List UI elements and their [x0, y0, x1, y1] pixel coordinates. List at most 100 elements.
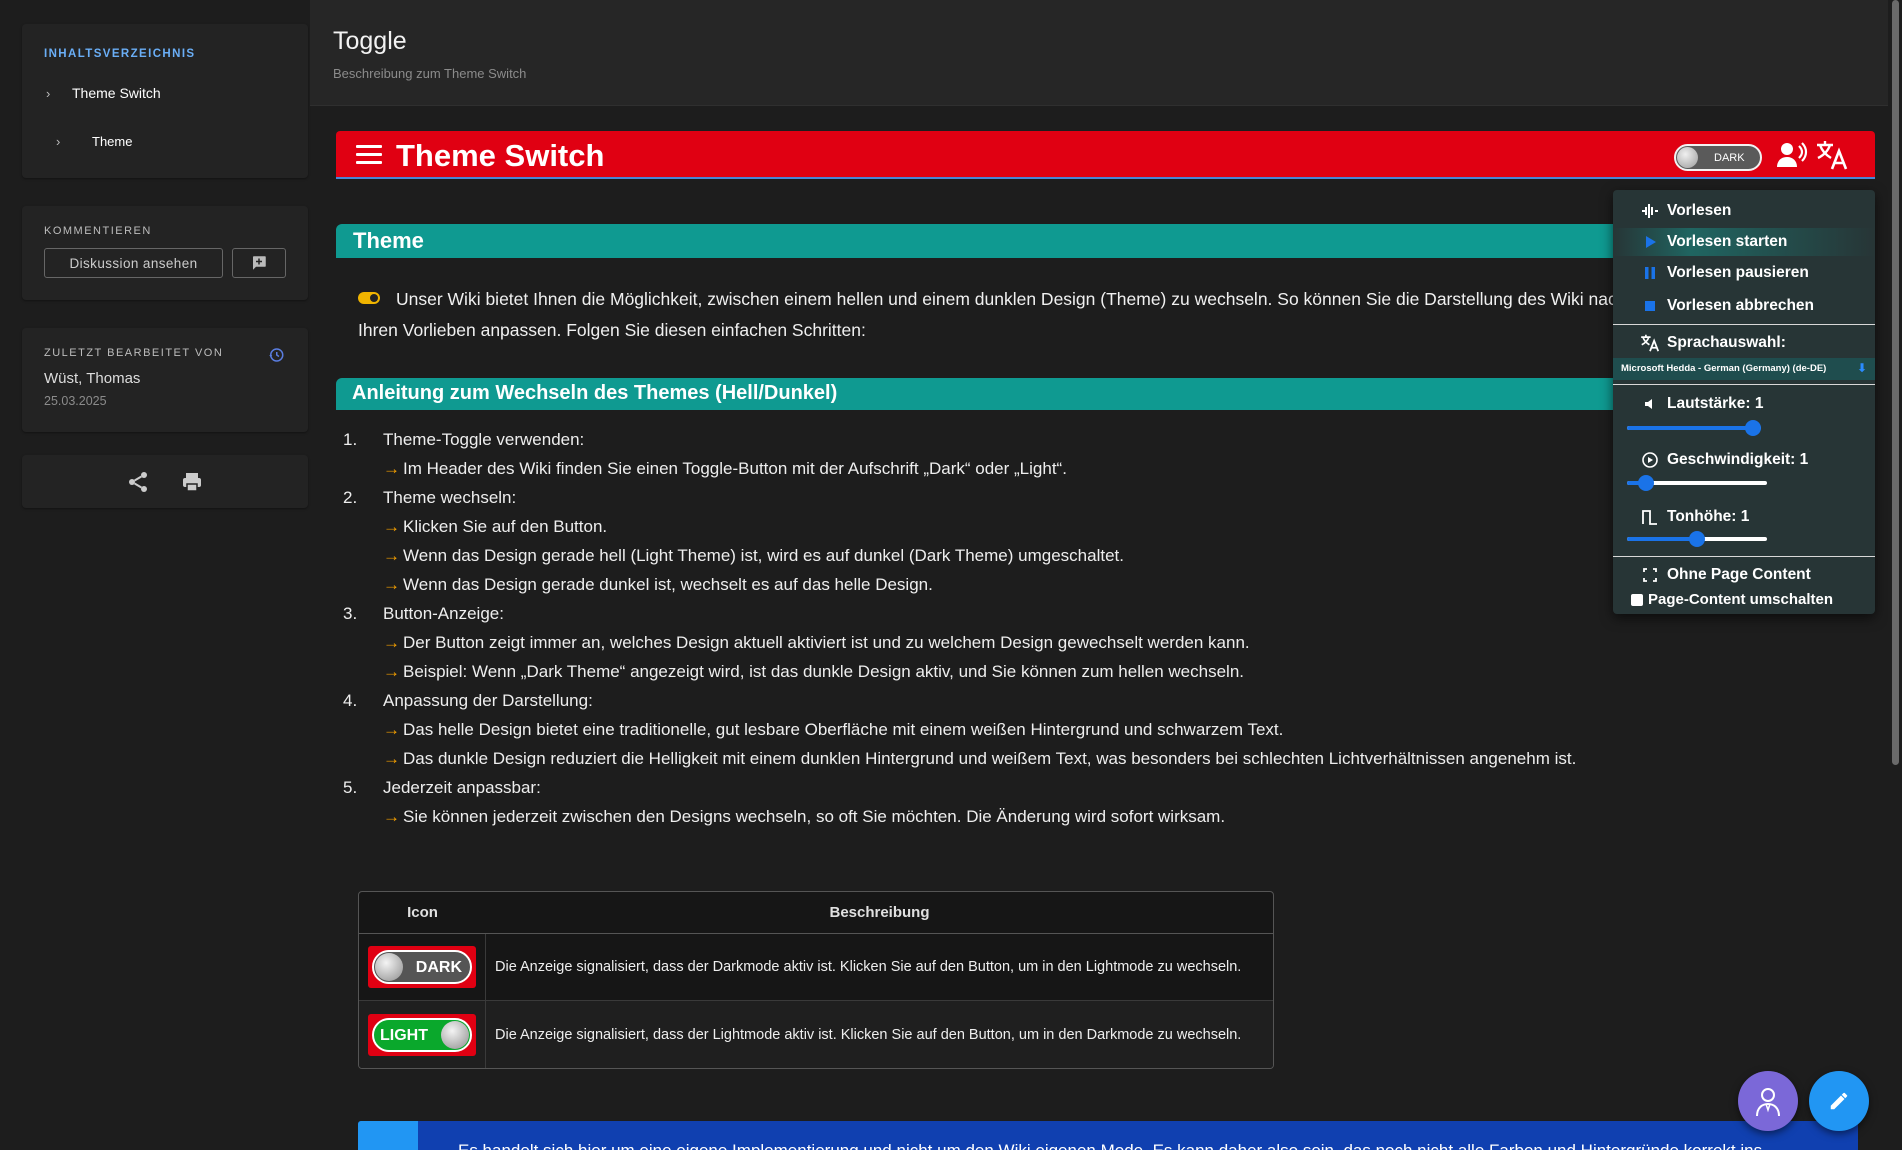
intro-text: Unser Wiki bietet Ihnen die Möglichkeit,…: [358, 289, 1627, 340]
page-actions: [22, 455, 308, 508]
banner-title: Theme Switch: [396, 138, 605, 173]
menu-title-read: Vorlesen: [1613, 200, 1875, 222]
chevron-down-icon: ⬇: [1856, 361, 1867, 375]
page-content-checkbox[interactable]: [1631, 594, 1643, 606]
step-title: Theme wechseln:: [383, 488, 517, 507]
arrow-right-icon: →: [383, 575, 400, 594]
toc-item-theme-switch[interactable]: › Theme Switch: [46, 85, 161, 101]
pitch-icon: [1633, 508, 1667, 526]
toggle-label: LIGHT: [380, 1026, 428, 1044]
section-heading-theme: Theme: [336, 224, 1636, 258]
speed-slider[interactable]: [1627, 474, 1767, 492]
pencil-icon: [1830, 1092, 1848, 1110]
step-item: 5. Jederzeit anpassbar: → Sie können jeder…: [343, 775, 1643, 833]
menu-label: Sprachauswahl:: [1667, 334, 1786, 351]
arrow-right-icon: →: [383, 633, 400, 652]
assistant-button[interactable]: [1738, 1071, 1798, 1131]
toggle-label: DARK: [415, 959, 462, 976]
step-number: 1.: [343, 430, 358, 449]
toggle-label: DARK: [1714, 152, 1745, 164]
read-aloud-icon[interactable]: [1776, 141, 1808, 169]
arrow-right-icon: →: [383, 720, 400, 739]
step-detail: Das dunkle Design reduziert die Helligke…: [403, 749, 1577, 768]
icon-cell: LIGHT: [359, 1001, 486, 1068]
icon-table: Icon Beschreibung DARK Die Anzeige signa…: [358, 891, 1274, 1069]
add-comment-button[interactable]: [232, 248, 286, 278]
share-icon[interactable]: [126, 470, 150, 494]
page-header: Toggle Beschreibung zum Theme Switch: [310, 0, 1902, 106]
menu-label: Tonhöhe: 1: [1667, 508, 1750, 525]
step-detail: Im Header des Wiki finden Sie einen Togg…: [403, 459, 1067, 478]
scrollbar-thumb[interactable]: [1892, 0, 1899, 765]
comments-heading: KOMMENTIEREN: [44, 225, 152, 237]
menu-label: Vorlesen abbrechen: [1667, 297, 1815, 314]
author-name: Wüst, Thomas: [44, 370, 141, 387]
table-row: LIGHT Die Anzeige signalisiert, dass der…: [359, 1001, 1273, 1068]
page-subtitle: Beschreibung zum Theme Switch: [333, 66, 527, 81]
step-number: 3.: [343, 604, 358, 623]
column-header-icon: Icon: [407, 904, 438, 921]
step-detail: Der Button zeigt immer an, welches Desig…: [403, 633, 1250, 652]
section-heading-guide: Anleitung zum Wechseln des Themes (Hell/…: [336, 378, 1636, 410]
step-detail: Wenn das Design gerade hell (Light Theme…: [403, 546, 1124, 565]
step-number: 4.: [343, 691, 358, 710]
menu-divider: [1613, 556, 1875, 557]
discussion-button[interactable]: Diskussion ansehen: [44, 248, 223, 278]
last-edited-heading: ZULETZT BEARBEITET VON: [44, 347, 224, 359]
menu-item-start[interactable]: Vorlesen starten: [1613, 228, 1875, 256]
arrow-right-icon: →: [383, 662, 400, 681]
volume-icon: [1633, 397, 1667, 411]
note-text: Es handelt sich hier um eine eigene Impl…: [458, 1141, 1762, 1150]
step-item: 4. Anpassung der Darstellung: → Das helle …: [343, 688, 1643, 775]
step-item: 1. Theme-Toggle verwenden: → Im Header des…: [343, 427, 1643, 485]
menu-item-stop[interactable]: Vorlesen abbrechen: [1613, 294, 1875, 318]
step-number: 2.: [343, 488, 358, 507]
edit-date: 25.03.2025: [44, 394, 107, 408]
table-header: Icon Beschreibung: [359, 892, 1273, 934]
arrow-right-icon: →: [383, 517, 400, 536]
step-detail: Sie können jederzeit zwischen den Design…: [403, 807, 1226, 826]
print-icon[interactable]: [180, 470, 204, 494]
step-item: 3. Button-Anzeige: → Der Button zeigt imme…: [343, 601, 1643, 688]
toggle-knob: [1677, 147, 1698, 168]
page-title: Toggle: [333, 27, 407, 55]
translate-icon: [1633, 333, 1667, 353]
arrow-right-icon: →: [383, 807, 400, 826]
menu-item-pause[interactable]: Vorlesen pausieren: [1613, 261, 1875, 285]
menu-language-label: Sprachauswahl:: [1613, 331, 1875, 355]
pitch-slider[interactable]: [1627, 530, 1767, 548]
fullscreen-icon: [1633, 568, 1667, 582]
arrow-right-icon: →: [383, 546, 400, 565]
history-icon[interactable]: [267, 346, 285, 364]
speed-icon: [1633, 451, 1667, 469]
toggle-icon: [358, 292, 380, 304]
toc-item-label: Theme Switch: [72, 85, 161, 101]
menu-label: Geschwindigkeit: 1: [1667, 451, 1809, 468]
step-item: 2. Theme wechseln: → Klicken Sie auf den B…: [343, 485, 1643, 601]
toc-heading: INHALTSVERZEICHNIS: [44, 48, 196, 60]
comments-panel: KOMMENTIEREN Diskussion ansehen: [22, 206, 308, 300]
voice-select[interactable]: Microsoft Hedda - German (Germany) (de-D…: [1613, 358, 1875, 380]
step-title: Theme-Toggle verwenden:: [383, 430, 585, 449]
step-number: 5.: [343, 778, 358, 797]
menu-icon[interactable]: [356, 145, 382, 165]
voice-select-value: Microsoft Hedda - German (Germany) (de-D…: [1621, 363, 1827, 374]
toc-panel: INHALTSVERZEICHNIS › Theme Switch › Them…: [22, 24, 308, 178]
menu-divider: [1613, 324, 1875, 325]
menu-item-no-content[interactable]: Ohne Page Content: [1613, 563, 1875, 587]
icon-cell: DARK: [359, 934, 486, 1000]
speed-label: Geschwindigkeit: 1: [1613, 448, 1875, 472]
column-header-description: Beschreibung: [829, 904, 930, 921]
theme-toggle[interactable]: DARK: [1674, 144, 1762, 171]
menu-label: Vorlesen pausieren: [1667, 264, 1809, 281]
edit-button[interactable]: [1809, 1071, 1869, 1131]
description-cell: Die Anzeige signalisiert, dass der Darkm…: [495, 959, 1242, 975]
toc-item-theme[interactable]: › Theme: [56, 134, 132, 149]
chevron-right-icon: ›: [56, 134, 61, 149]
description-cell: Die Anzeige signalisiert, dass der Light…: [495, 1026, 1242, 1043]
translate-icon[interactable]: [1815, 139, 1849, 171]
volume-slider[interactable]: [1627, 419, 1761, 437]
step-detail: Wenn das Design gerade dunkel ist, wechs…: [403, 575, 933, 594]
read-aloud-menu: Vorlesen Vorlesen starten Vorlesen pausi…: [1613, 190, 1875, 614]
comment-icon: [253, 256, 266, 270]
